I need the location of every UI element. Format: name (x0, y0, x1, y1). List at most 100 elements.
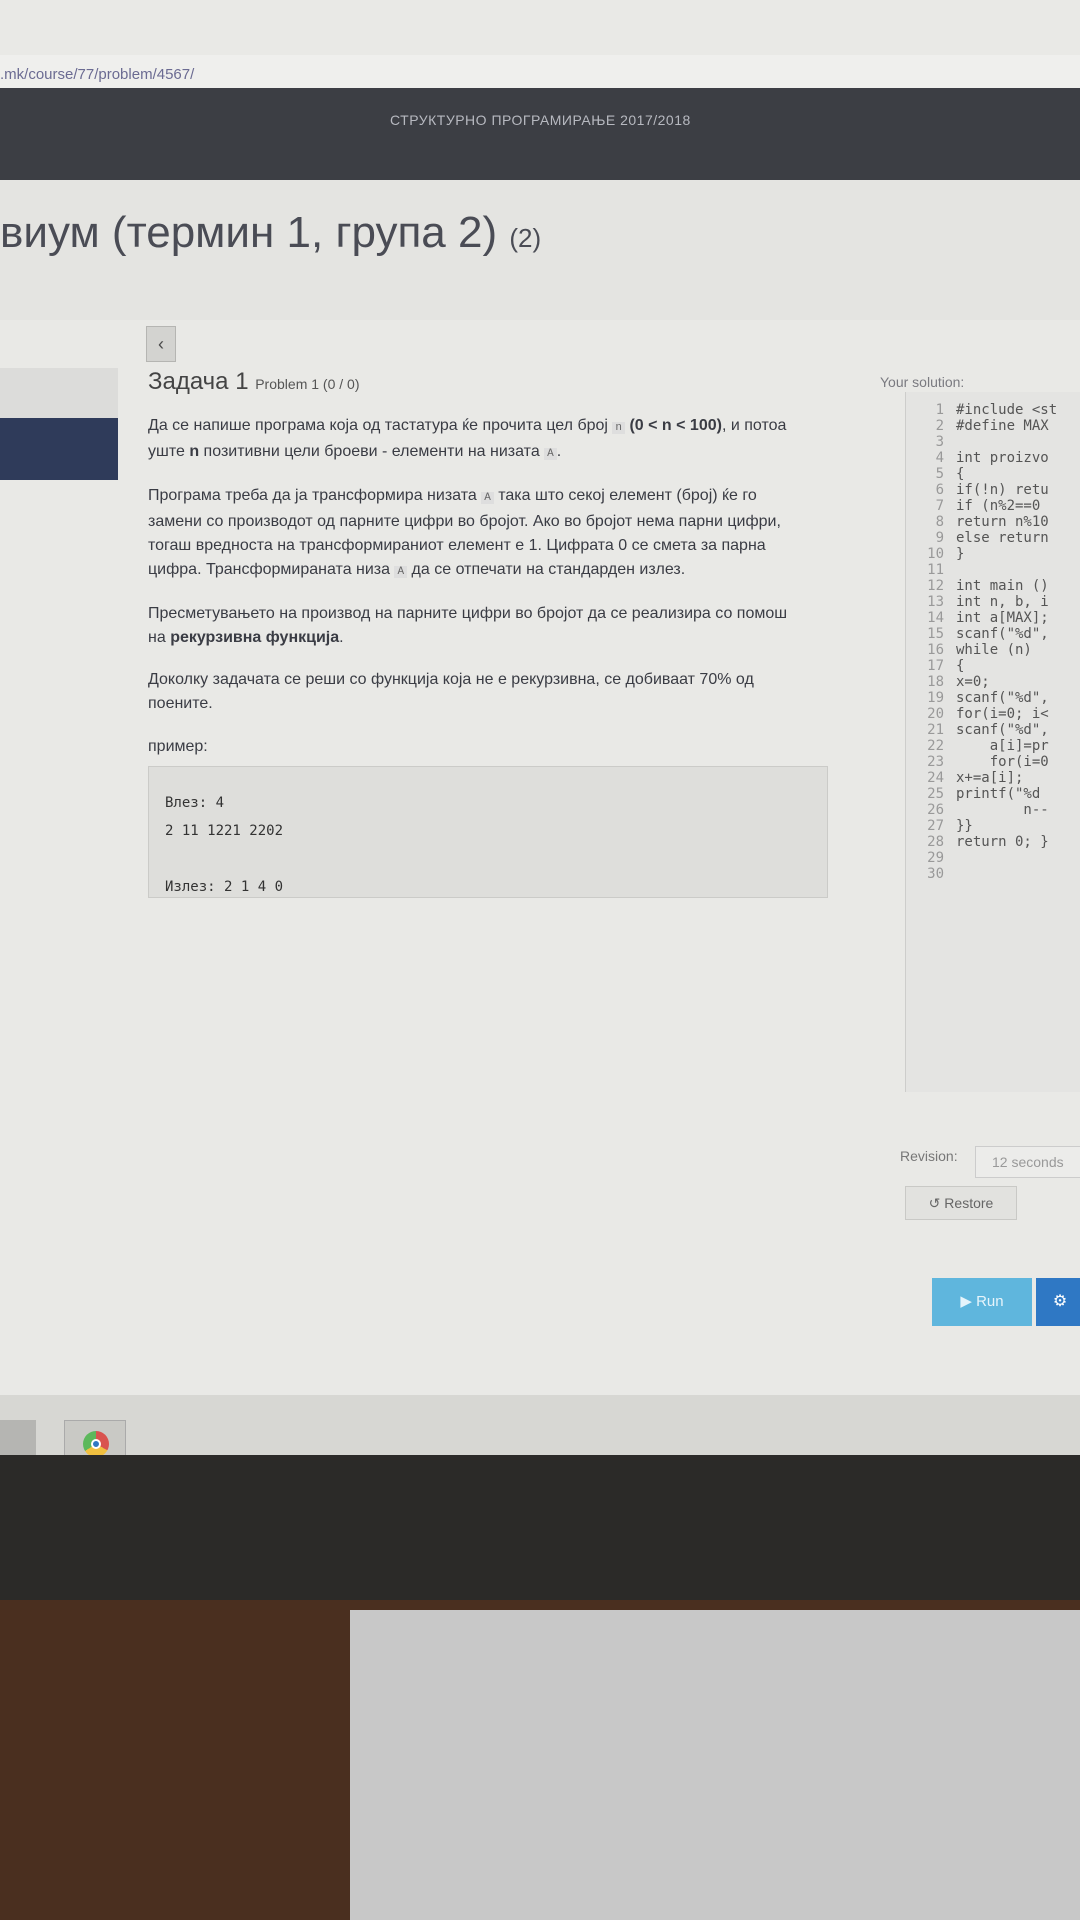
example-label: пример: (148, 738, 208, 755)
code-text[interactable]: printf("%d (956, 786, 1040, 802)
code-line[interactable]: 15 scanf("%d", (906, 626, 1057, 642)
code-editor[interactable]: 1 #include <st 2 #define MAX 3 4 int proizvo 5{… (905, 392, 1080, 1092)
problem-subtitle: Problem 1 (0 / 0) (255, 376, 360, 392)
code-line[interactable]: 2 #define MAX (906, 418, 1057, 434)
code-text[interactable]: } (956, 546, 964, 562)
code-text[interactable]: { (956, 658, 964, 674)
code-line[interactable]: 23 for(i=0 (906, 754, 1057, 770)
code-text[interactable]: n-- (956, 802, 1048, 818)
line-number: 14 (927, 610, 944, 626)
restore-button[interactable]: ↺ Restore (905, 1186, 1017, 1220)
code-line[interactable]: 16 while (n) (906, 642, 1057, 658)
code-text[interactable]: if(!n) retu (956, 482, 1049, 498)
code-text[interactable]: scanf("%d", (956, 626, 1049, 642)
code-text[interactable]: #define MAX (956, 418, 1049, 434)
line-number: 11 (927, 562, 944, 578)
code-line[interactable]: 28 return 0; } (906, 834, 1057, 850)
code-line[interactable]: 3 (906, 434, 1057, 450)
back-button[interactable]: ‹ (146, 326, 176, 362)
exam-title-text: виум (термин 1, група 2) (0, 208, 498, 257)
code-line[interactable]: 24 x+=a[i]; (906, 770, 1057, 786)
exam-count: (2) (509, 223, 542, 253)
course-title[interactable]: СТРУКТУРНО ПРОГРАМИРАЊЕ 2017/2018 (390, 112, 691, 128)
top-navbar (0, 88, 1080, 180)
code-line[interactable]: 10} (906, 546, 1057, 562)
code-text[interactable]: int a[MAX]; (956, 610, 1049, 626)
code-line[interactable]: 27}} (906, 818, 1057, 834)
line-number: 20 (927, 706, 944, 722)
code-text[interactable]: int proizvo (956, 450, 1049, 466)
revision-select[interactable]: 12 seconds (975, 1146, 1080, 1178)
revision-label: Revision: (900, 1148, 958, 1164)
example-input: Влез: 4 (165, 795, 225, 811)
code-line[interactable]: 11 (906, 562, 1057, 578)
code-line[interactable]: 14 int a[MAX]; (906, 610, 1057, 626)
submit-button[interactable]: ⚙ (1036, 1278, 1080, 1326)
taskbar-app-icon[interactable] (0, 1420, 36, 1455)
code-line[interactable]: 8 return n%10 (906, 514, 1057, 530)
line-number: 4 (935, 450, 944, 466)
code-text[interactable]: x=0; (956, 674, 990, 690)
paper-sheet (350, 1610, 1080, 1920)
line-number: 30 (927, 866, 944, 882)
problem-paragraph-4: Доколку задачата се реши со функција кој… (148, 671, 754, 712)
line-number: 2 (935, 418, 944, 434)
sidebar-item[interactable] (0, 368, 118, 420)
code-line[interactable]: 18 x=0; (906, 674, 1057, 690)
exam-title: виум (термин 1, група 2) (2) (0, 208, 541, 258)
code-lines[interactable]: 1 #include <st 2 #define MAX 3 4 int proizvo 5{… (906, 402, 1057, 882)
url-text[interactable]: .mk/course/77/problem/4567/ (0, 66, 194, 83)
code-text[interactable]: { (956, 466, 964, 482)
code-text[interactable]: scanf("%d", (956, 722, 1049, 738)
line-number: 10 (927, 546, 944, 562)
code-text[interactable]: return 0; } (956, 834, 1049, 850)
code-line[interactable]: 4 int proizvo (906, 450, 1057, 466)
code-line[interactable]: 29 (906, 850, 1057, 866)
code-text[interactable]: for(i=0; i< (956, 706, 1049, 722)
code-line[interactable]: 17 { (906, 658, 1057, 674)
code-line[interactable]: 13 int n, b, i (906, 594, 1057, 610)
code-line[interactable]: 30 (906, 866, 1057, 882)
code-line[interactable]: 21 scanf("%d", (906, 722, 1057, 738)
code-line[interactable]: 5{ (906, 466, 1057, 482)
code-line[interactable]: 26 n-- (906, 802, 1057, 818)
code-text[interactable]: x+=a[i]; (956, 770, 1023, 786)
code-text[interactable]: for(i=0 (956, 754, 1049, 770)
line-number: 21 (927, 722, 944, 738)
code-text[interactable]: #include <st (956, 402, 1057, 418)
code-line[interactable]: 9 else return (906, 530, 1057, 546)
code-text[interactable]: return n%10 (956, 514, 1049, 530)
code-line[interactable]: 25 printf("%d (906, 786, 1057, 802)
code-line[interactable]: 12 int main () (906, 578, 1057, 594)
chrome-icon (83, 1431, 109, 1455)
example-input-values: 2 11 1221 2202 (165, 823, 284, 839)
code-line[interactable]: 1 #include <st (906, 402, 1058, 418)
line-number: 26 (927, 802, 944, 818)
line-number: 25 (927, 786, 944, 802)
code-text[interactable]: scanf("%d", (956, 690, 1049, 706)
line-number: 9 (935, 530, 944, 546)
line-number: 28 (927, 834, 944, 850)
code-text[interactable]: int n, b, i (956, 594, 1049, 610)
line-number: 15 (927, 626, 944, 642)
code-text[interactable]: a[i]=pr (956, 738, 1049, 754)
code-line[interactable]: 20 for(i=0; i< (906, 706, 1057, 722)
code-line[interactable]: 7 if (n%2==0 (906, 498, 1057, 514)
sidebar-item-active[interactable] (0, 418, 118, 480)
code-text[interactable]: }} (956, 818, 973, 834)
line-number: 1 (935, 402, 944, 418)
line-number: 7 (935, 498, 944, 514)
run-button[interactable]: ▶ Run (932, 1278, 1032, 1326)
code-text[interactable]: else return (956, 530, 1049, 546)
code-text[interactable]: while (n) (956, 642, 1032, 658)
code-line[interactable]: 19 scanf("%d", (906, 690, 1057, 706)
var-n: n (612, 422, 626, 434)
code-line[interactable]: 22 a[i]=pr (906, 738, 1057, 754)
restore-icon: ↺ (928, 1195, 945, 1211)
problem-statement: Задача 1 Problem 1 (0 / 0) Да се напише … (148, 368, 838, 898)
code-line[interactable]: 6 if(!n) retu (906, 482, 1057, 498)
line-number: 29 (927, 850, 944, 866)
code-text[interactable]: int main () (956, 578, 1049, 594)
chrome-taskbar-icon[interactable] (64, 1420, 126, 1455)
code-text[interactable]: if (n%2==0 (956, 498, 1040, 514)
